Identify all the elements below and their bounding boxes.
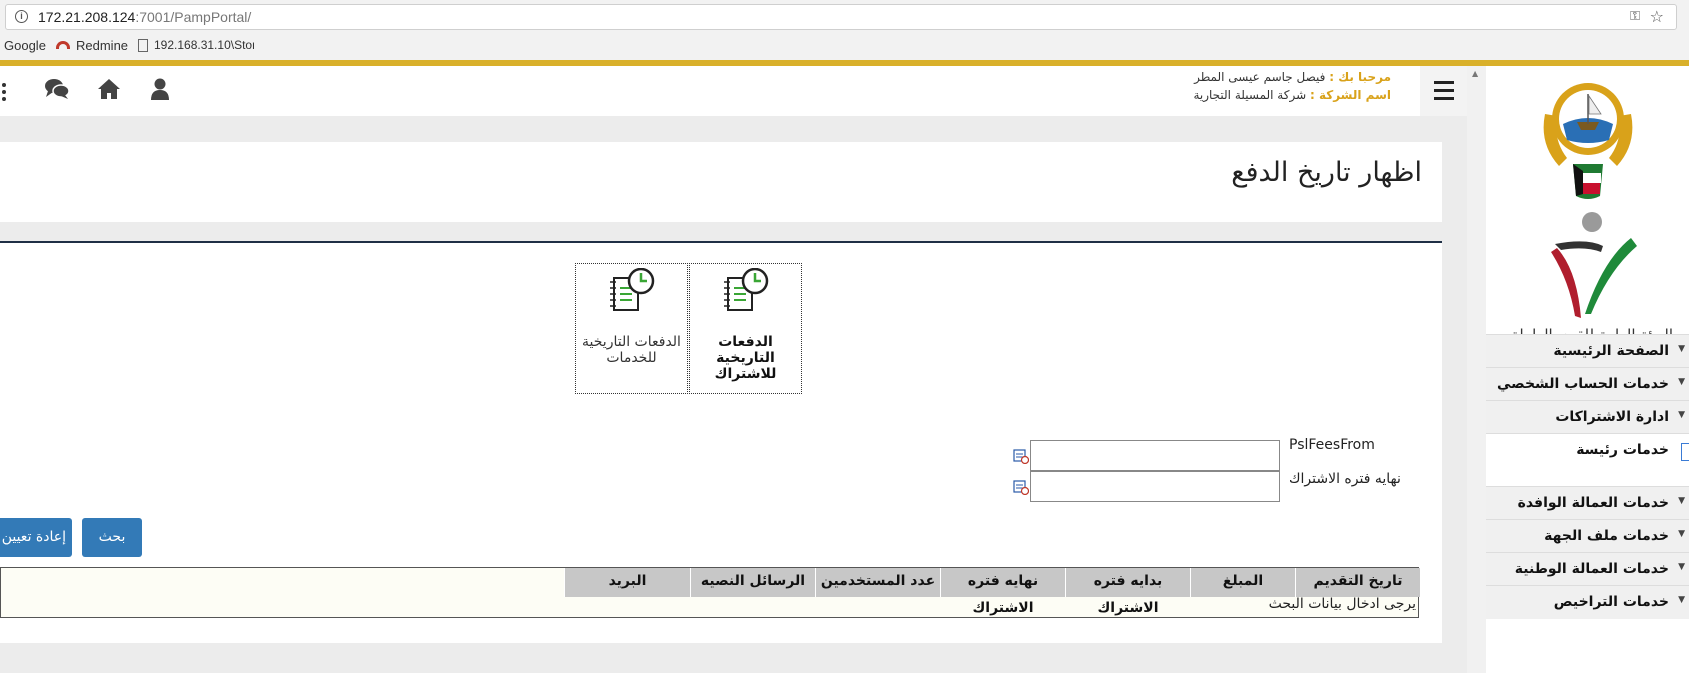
search-button[interactable]: بحث — [82, 518, 142, 557]
field-label-subscription-end: نهايه فتره الاشتراك — [1289, 471, 1401, 487]
bookmarks-bar: Google Redmine 192.168.31.10\Storag — [0, 34, 1689, 60]
grid-empty-message: يرجى ادخال بيانات البحث — [1268, 596, 1416, 612]
company-label: اسم الشركة : — [1309, 88, 1391, 102]
more-options-icon[interactable] — [2, 83, 6, 104]
sidebar-item-expat-labor[interactable]: خدمات العمالة الوافدة ▼ — [1486, 486, 1689, 520]
address-bar[interactable]: i 172.21.208.124:7001/PampPortal/ ⚿ ☆ — [5, 4, 1677, 30]
grid-header-row: تاريخ التقديم المبلغ بدايه فتره الاشتراك… — [564, 568, 1420, 616]
field-label-fees-from: PslFeesFrom — [1289, 437, 1375, 453]
sidebar-item-label: خدمات رئيسة — [1576, 442, 1669, 458]
user-greeting: مرحبا بك : فيصل جاسم عيسى المطر اسم الشر… — [1193, 68, 1391, 104]
portal-header: مرحبا بك : فيصل جاسم عيسى المطر اسم الشر… — [0, 66, 1467, 116]
sidebar-item-main-services[interactable]: خدمات رئيسة — [1486, 433, 1689, 467]
column-header[interactable]: المبلغ — [1190, 568, 1295, 597]
chevron-down-icon: ▼ — [1678, 496, 1685, 506]
column-header[interactable]: الرسائل النصيه — [690, 568, 815, 597]
sidebar-item-label: خدمات ملف الجهة — [1544, 528, 1669, 544]
bookmark-star-icon[interactable]: ☆ — [1650, 7, 1664, 26]
scroll-up-arrow-icon[interactable]: ▲ — [1472, 69, 1478, 78]
redmine-icon — [56, 41, 70, 49]
sidebar-item-subscriptions[interactable]: ادارة الاشتراكات ▼ — [1486, 400, 1689, 434]
sidebar-item-label: خدمات التراخيص — [1553, 594, 1669, 610]
sidebar-item-label: الصفحة الرئيسية — [1553, 343, 1669, 359]
browser-address-row: i 172.21.208.124:7001/PampPortal/ ⚿ ☆ — [0, 0, 1689, 34]
company-name: شركة المسيلة التجارية — [1193, 88, 1307, 102]
sidebar-item-entity-file[interactable]: خدمات ملف الجهة ▼ — [1486, 519, 1689, 553]
column-header[interactable]: البريد — [564, 568, 690, 597]
bookmark-storage[interactable]: 192.168.31.10\Storag — [154, 38, 254, 52]
url-text[interactable]: 172.21.208.124:7001/PampPortal/ — [38, 9, 251, 25]
column-header[interactable]: تاريخ التقديم — [1295, 568, 1420, 597]
url-host: 172.21.208.124 — [38, 9, 136, 25]
page-title: اظهار تاريخ الدفع — [1231, 157, 1422, 188]
document-icon — [138, 39, 148, 52]
menu-toggle-button[interactable] — [1420, 66, 1467, 116]
sidebar-item-personal-account[interactable]: خدمات الحساب الشخصي ▼ — [1486, 367, 1689, 401]
chevron-down-icon: ▼ — [1678, 595, 1685, 605]
bookmark-redmine[interactable]: Redmine — [76, 38, 128, 53]
payment-history-icon — [724, 268, 769, 311]
calendar-icon[interactable] — [1013, 448, 1029, 464]
key-icon[interactable]: ⚿ — [1630, 9, 1640, 24]
sidebar: الهيئة العامة للقوى العاملة الصفحة الرئي… — [1486, 66, 1689, 673]
pam-logo — [1551, 212, 1637, 318]
sidebar-item-label: خدمات العمالة الوافدة — [1517, 495, 1669, 511]
tile-label: الدفعات التاريخية للخدمات — [582, 334, 681, 366]
bookmark-google[interactable]: Google — [4, 38, 46, 53]
chevron-down-icon: ▼ — [1678, 377, 1685, 387]
calendar-icon[interactable] — [1013, 479, 1029, 495]
tile-label: الدفعات التاريخية للاشتراك — [714, 334, 777, 382]
sidebar-item-home[interactable]: الصفحة الرئيسية ▼ — [1486, 334, 1689, 368]
sidebar-item-label: ادارة الاشتراكات — [1555, 409, 1669, 425]
fees-from-input[interactable] — [1030, 440, 1280, 471]
sidebar-item-national-labor[interactable]: خدمات العمالة الوطنية ▼ — [1486, 552, 1689, 586]
tile-services-payments[interactable]: الدفعات التاريخية للخدمات — [575, 263, 688, 394]
info-icon[interactable]: i — [15, 10, 28, 23]
kuwait-emblem-logo — [1543, 83, 1633, 199]
sidebar-item-label: خدمات الحساب الشخصي — [1497, 376, 1669, 392]
reset-button[interactable]: إعادة تعيين — [0, 518, 72, 557]
sidebar-item-label: خدمات العمالة الوطنية — [1514, 561, 1669, 577]
welcome-user-name: فيصل جاسم عيسى المطر — [1194, 70, 1326, 84]
chevron-down-icon: ▼ — [1678, 410, 1685, 420]
payment-history-icon — [610, 268, 655, 311]
page-scrollbar[interactable]: ▲ — [1467, 66, 1486, 673]
subscription-end-input[interactable] — [1030, 471, 1280, 502]
column-header[interactable]: بدايه فتره الاشتراك — [1065, 568, 1190, 616]
sidebar-item-licenses[interactable]: خدمات التراخيص ▼ — [1486, 585, 1689, 619]
chat-icon[interactable] — [44, 78, 70, 100]
welcome-label: مرحبا بك : — [1329, 70, 1391, 84]
results-grid: تاريخ التقديم المبلغ بدايه فتره الاشتراك… — [0, 567, 1420, 618]
chevron-down-icon: ▼ — [1678, 562, 1685, 572]
title-card: اظهار تاريخ الدفع — [0, 142, 1442, 222]
user-icon[interactable] — [151, 78, 169, 100]
chevron-down-icon: ▼ — [1678, 344, 1685, 354]
tile-subscription-payments[interactable]: الدفعات التاريخية للاشتراك — [689, 263, 802, 394]
selection-checkbox[interactable] — [1681, 443, 1689, 461]
column-header[interactable]: عدد المستخدمين — [815, 568, 940, 597]
home-icon[interactable] — [97, 78, 121, 100]
url-path: :7001/PampPortal/ — [135, 9, 252, 25]
chevron-down-icon: ▼ — [1678, 529, 1685, 539]
column-header[interactable]: نهايه فتره الاشتراك — [940, 568, 1065, 616]
